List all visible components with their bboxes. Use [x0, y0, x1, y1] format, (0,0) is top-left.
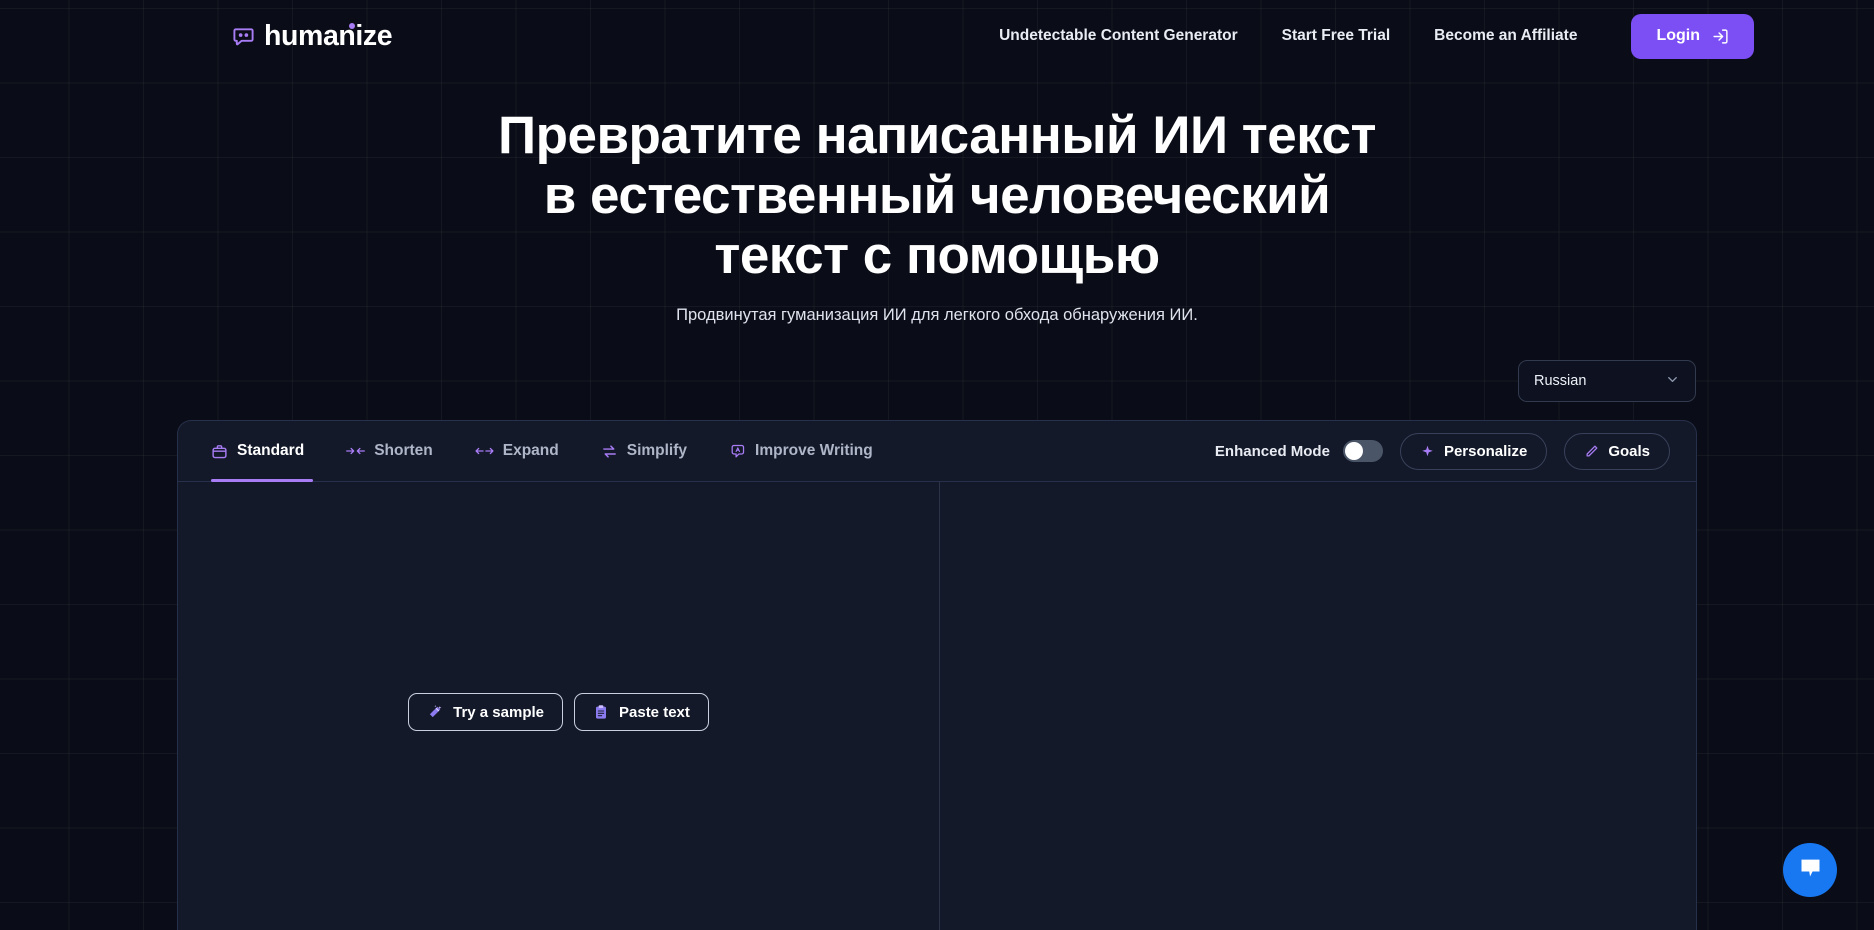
tab-simplify-label: Simplify: [626, 442, 688, 460]
toolbar-actions: Enhanced Mode Personalize Goals: [1215, 421, 1670, 481]
site-header: humanize Undetectable Content Generator …: [0, 0, 1874, 72]
chat-bubble-icon: [1797, 854, 1824, 886]
page-title: Превратите написанный ИИ текст в естеств…: [498, 106, 1376, 286]
mode-tabs: Standard Shorten Expand Simplify Improve…: [211, 421, 894, 483]
language-select-row: Russian: [0, 360, 1874, 403]
try-a-sample-label: Try a sample: [453, 703, 544, 721]
hero-section: Превратите написанный ИИ текст в естеств…: [0, 72, 1874, 325]
tab-standard[interactable]: Standard: [211, 421, 325, 483]
enhanced-mode-label: Enhanced Mode: [1214, 442, 1330, 460]
empty-state-actions: Try a sample Paste text: [408, 693, 709, 732]
chevron-down-icon: [1665, 372, 1680, 391]
goals-label: Goals: [1608, 442, 1650, 460]
page-root: humanize Undetectable Content Generator …: [0, 0, 1874, 930]
briefcase-icon: [211, 443, 228, 460]
login-label: Login: [1656, 27, 1700, 44]
tab-improve-writing-label: Improve Writing: [755, 442, 873, 460]
tab-standard-label: Standard: [237, 442, 305, 460]
toggle-knob: [1344, 442, 1363, 461]
nav-link-undetectable-content-generator[interactable]: Undetectable Content Generator: [977, 27, 1260, 45]
login-arrow-icon: [1712, 28, 1729, 45]
logo-label: humanize: [264, 19, 393, 52]
goals-button[interactable]: Goals: [1564, 432, 1670, 470]
editor-body: Try a sample Paste text: [178, 482, 1696, 930]
enhanced-mode-control: Enhanced Mode: [1214, 440, 1383, 463]
tab-simplify[interactable]: Simplify: [580, 421, 708, 481]
logo[interactable]: humanize: [232, 19, 393, 52]
main-nav: Undetectable Content Generator Start Fre…: [977, 13, 1754, 59]
speech-bubble-icon: [232, 25, 255, 48]
nav-link-become-an-affiliate[interactable]: Become an Affiliate: [1412, 27, 1599, 45]
paste-text-button[interactable]: Paste text: [574, 693, 709, 732]
logo-text: humanize: [264, 19, 393, 52]
personalize-label: Personalize: [1443, 442, 1528, 460]
arrows-in-icon: [346, 444, 366, 458]
editor-toolbar: Standard Shorten Expand Simplify Improve…: [178, 421, 1696, 483]
pencil-icon: [1584, 444, 1599, 459]
language-select-value: Russian: [1534, 373, 1587, 390]
login-button[interactable]: Login: [1631, 13, 1754, 59]
tab-expand-label: Expand: [502, 442, 559, 460]
paste-text-label: Paste text: [619, 703, 690, 721]
enhanced-mode-toggle[interactable]: [1342, 440, 1383, 463]
arrows-out-icon: [475, 444, 494, 458]
personalize-button[interactable]: Personalize: [1399, 432, 1548, 470]
try-a-sample-button[interactable]: Try a sample: [408, 693, 563, 732]
input-pane[interactable]: Try a sample Paste text: [178, 482, 940, 930]
language-select[interactable]: Russian: [1518, 360, 1696, 403]
nav-link-start-free-trial[interactable]: Start Free Trial: [1260, 27, 1413, 45]
magic-wand-icon: [427, 704, 443, 720]
output-pane[interactable]: [940, 482, 1696, 930]
hero-subtitle: Продвинутая гуманизация ИИ для легкого о…: [676, 306, 1198, 325]
tab-shorten[interactable]: Shorten: [325, 421, 454, 481]
tab-shorten-label: Shorten: [374, 442, 433, 460]
editor-card: Standard Shorten Expand Simplify Improve…: [177, 420, 1697, 930]
tab-improve-writing[interactable]: Improve Writing: [708, 421, 894, 481]
chat-widget-button[interactable]: [1783, 843, 1837, 897]
speech-bubble-a-icon: [729, 443, 746, 460]
tab-expand[interactable]: Expand: [454, 421, 580, 481]
swap-arrows-icon: [601, 443, 618, 460]
clipboard-icon: [593, 704, 609, 720]
sparkle-icon: [1420, 444, 1435, 459]
